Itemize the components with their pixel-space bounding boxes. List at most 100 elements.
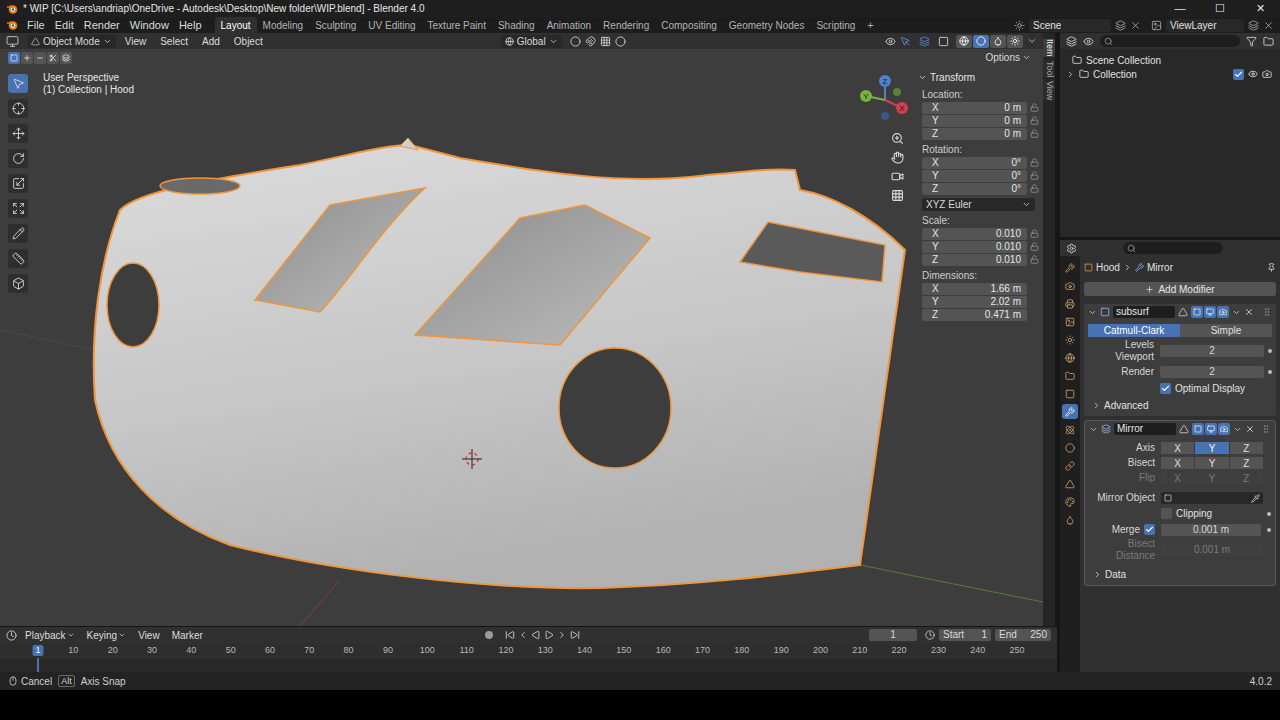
transform-field[interactable]: Y2.02 m (922, 296, 1027, 308)
view-layer-icon[interactable] (1151, 20, 1162, 31)
workspace-tab[interactable]: UV Editing (362, 17, 421, 33)
shading-button[interactable] (990, 35, 1006, 48)
view-layer-field[interactable]: ViewLayer (1166, 19, 1244, 32)
transform-field[interactable]: Y0 m (922, 115, 1027, 127)
tool-button[interactable] (8, 74, 28, 93)
workspace-tab[interactable]: Texture Paint (422, 17, 492, 33)
transform-field[interactable]: X0° (922, 157, 1027, 169)
transform-field[interactable]: X0.010 (922, 228, 1027, 240)
modifier-name-field[interactable]: Mirror (1114, 423, 1176, 435)
add-workspace-button[interactable]: + (861, 17, 879, 33)
transform-field[interactable]: Z0.010 (922, 254, 1027, 266)
unlocked-icon[interactable] (1030, 229, 1039, 238)
unlocked-icon[interactable] (1030, 103, 1039, 112)
sidebar-tab[interactable]: Item (1043, 39, 1055, 57)
modifier-menu-icon[interactable] (1233, 425, 1242, 434)
filter-icon[interactable] (1246, 36, 1257, 47)
display-mode-icon[interactable] (1083, 36, 1094, 47)
editor-type-icon[interactable] (6, 630, 17, 641)
view-layer-copy-icon[interactable] (1248, 20, 1259, 31)
axis-toggle[interactable]: Z (1230, 442, 1263, 454)
add-modifier-button[interactable]: Add Modifier (1084, 282, 1276, 296)
record-button[interactable] (485, 631, 493, 639)
sidebar-tab[interactable]: Tool (1043, 61, 1055, 78)
orientation-dropdown[interactable]: Global (501, 35, 562, 48)
remove-modifier-icon[interactable] (1244, 307, 1254, 317)
scene-field[interactable]: Scene (1029, 19, 1111, 32)
expanded-icon[interactable] (1088, 308, 1097, 317)
tool-button[interactable] (8, 174, 28, 193)
workspace-tab[interactable]: Sculpting (309, 17, 362, 33)
timeline-menu[interactable]: Keying (83, 628, 131, 643)
window-control[interactable]: ☐ (1200, 0, 1240, 17)
tool-button[interactable] (8, 149, 28, 168)
merge-distance-field[interactable]: 0.001 m (1161, 524, 1261, 536)
timeline-menu[interactable]: Marker (168, 628, 207, 643)
overlay-toggle-icon[interactable] (919, 36, 930, 47)
timeline-ruler[interactable]: 1102030405060708090100110120130140150160… (0, 643, 1057, 658)
outliner-row[interactable]: Collection (1060, 67, 1280, 81)
select-mode-button[interactable] (60, 52, 72, 64)
scene-remove-icon[interactable] (1130, 20, 1141, 31)
snap-target-icon[interactable] (600, 36, 611, 47)
rotation-mode-dropdown[interactable]: XYZ Euler (922, 198, 1035, 211)
menu-item[interactable]: File (22, 20, 50, 31)
options-dropdown[interactable]: Options (982, 50, 1035, 65)
clipping-checkbox[interactable] (1161, 508, 1172, 519)
workspace-tab[interactable]: Modeling (257, 17, 310, 33)
mirror-object-field[interactable] (1161, 492, 1263, 504)
subdivision-mode-button[interactable]: Simple (1180, 324, 1272, 337)
workspace-tab[interactable]: Scripting (810, 17, 861, 33)
tool-button[interactable] (8, 249, 28, 268)
start-frame-field[interactable]: Start1 (939, 629, 991, 641)
expanded-icon[interactable] (1089, 425, 1098, 434)
end-frame-field[interactable]: End250 (995, 629, 1051, 641)
transform-field[interactable]: Y0° (922, 170, 1027, 182)
workspace-tab[interactable]: Shading (492, 17, 541, 33)
timeline-menu[interactable]: Playback (21, 628, 79, 643)
axis-toggle[interactable]: Z (1230, 457, 1263, 469)
properties-tab[interactable] (1062, 278, 1078, 293)
shading-button[interactable] (1007, 35, 1023, 48)
viewport-display-icon[interactable] (1206, 308, 1214, 316)
outliner-row[interactable]: Scene Collection (1060, 53, 1280, 67)
keyframe-dot[interactable] (1268, 370, 1272, 374)
collapsed-icon[interactable] (1066, 70, 1075, 79)
proportional-edit-icon[interactable] (615, 36, 626, 47)
visibility-icon[interactable] (885, 36, 896, 47)
tool-button[interactable] (8, 99, 28, 118)
properties-tab[interactable] (1062, 512, 1078, 527)
transform-field[interactable]: Z0 m (922, 128, 1027, 140)
pan-icon[interactable] (891, 151, 904, 164)
workspace-tab[interactable]: Geometry Nodes (723, 17, 811, 33)
eyedropper-icon[interactable] (1251, 494, 1260, 503)
zoom-icon[interactable] (891, 132, 904, 145)
number-field[interactable]: 2 (1160, 366, 1264, 378)
view-layer-remove-icon[interactable] (1263, 20, 1274, 31)
editor-type-icon[interactable] (6, 35, 19, 48)
viewport-menu[interactable]: View (120, 34, 152, 49)
data-subpanel[interactable]: Data (1089, 567, 1271, 581)
properties-tab[interactable] (1062, 332, 1078, 347)
transform-field[interactable]: Z0° (922, 183, 1027, 195)
menu-item[interactable]: Window (125, 20, 174, 31)
menu-item[interactable]: Render (79, 20, 125, 31)
preview-range-icon[interactable] (925, 630, 935, 640)
window-control[interactable]: ✕ (1240, 0, 1280, 17)
axis-toggle[interactable]: X (1161, 442, 1194, 454)
properties-tab[interactable] (1062, 494, 1078, 509)
select-mode-button[interactable] (47, 52, 59, 64)
tool-button[interactable] (8, 224, 28, 243)
jump-end-icon[interactable] (570, 630, 580, 640)
select-mode-button[interactable] (8, 52, 20, 64)
edit-mode-icon[interactable] (1194, 425, 1202, 433)
keyframe-dot[interactable] (1267, 528, 1271, 532)
advanced-subpanel[interactable]: Advanced (1088, 398, 1272, 412)
new-collection-icon[interactable] (1263, 36, 1274, 47)
shading-button[interactable] (973, 35, 989, 48)
camera-view-icon[interactable] (891, 170, 904, 183)
transform-field[interactable]: X1.66 m (922, 283, 1027, 295)
render-display-icon[interactable] (1219, 308, 1227, 316)
unlocked-icon[interactable] (1030, 184, 1039, 193)
keyframe-dot[interactable] (1268, 349, 1272, 353)
